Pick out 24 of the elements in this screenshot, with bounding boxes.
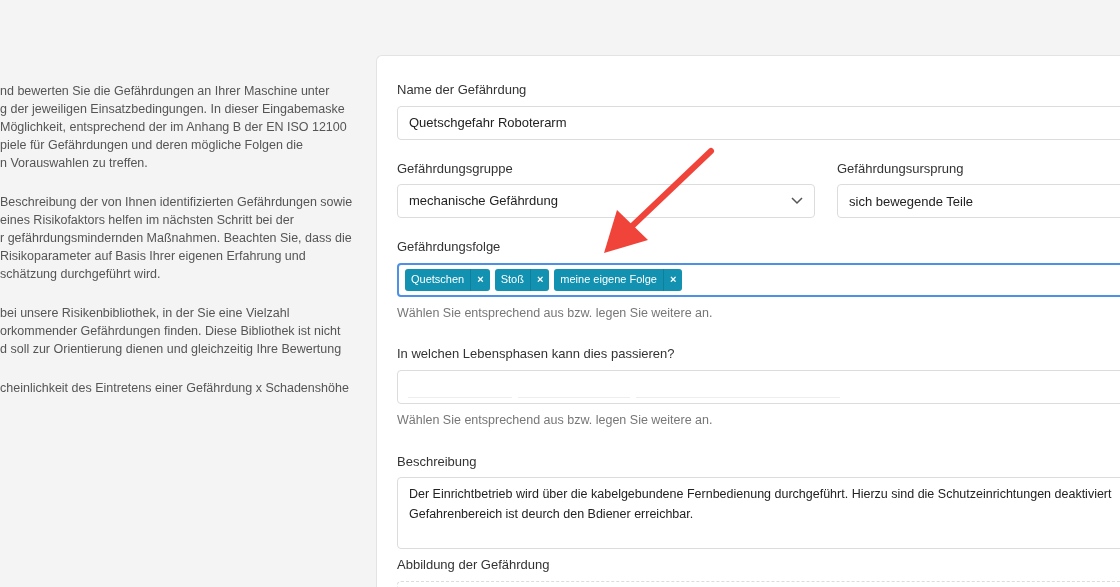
- tag-field[interactable]: Quetschen × Stoß × meine eigene Folge ×: [397, 262, 1120, 297]
- field-label: Gefährdungsursprung: [837, 159, 965, 178]
- remove-tag-button[interactable]: ×: [529, 268, 550, 291]
- field-label: Abbildung der Gefährdung: [397, 556, 551, 574]
- field-label: Beschreibung: [397, 452, 478, 471]
- field-label: Gefährdungsgruppe: [397, 159, 514, 178]
- description-field[interactable]: Der Einrichtbetrieb wird über die kabelgebundene Fernbedienung durchgeführt. Hierzu sind die Schutzeinrichtungen deaktiviert Gefahrenbereich ist deurch den Bdiener erreichbar.: [397, 477, 1120, 549]
- remove-tag-button[interactable]: ×: [662, 268, 683, 291]
- help-text: Wählen Sie entsprechend aus bzw. legen Sie weitere an.: [397, 411, 714, 429]
- intro-paragraph: Beschreibung der von Ihnen identifizierten Gefährdungen sowie eines Risikofaktors helfen im nächsten Schritt bei der r gefährdungsmindernden Maßnahmen. Beachten Sie, dass die Risikoparameter auf Basis Ihrer eigenen Erfahrung und schätzung durchgeführt wird.: [0, 194, 354, 283]
- field-label: Gefährdungsfolge: [397, 238, 502, 256]
- intro-paragraph: cheinlichkeit des Eintretens einer Gefährdung x Schadenshöhe: [0, 380, 350, 397]
- intro-paragraph: nd bewerten Sie die Gefährdungen an Ihrer Maschine unter g der jeweiligen Einsatzbedingungen. In dieser Eingabemaske Möglichkeit, entsprechend der im Anhang B der EN ISO 12100 piele für Gefährdungen und deren mögliche Folgen die n Vorauswahlen zu treffen.: [0, 83, 348, 172]
- intro-paragraph: bei unsere Risikenbibliothek, in der Sie eine Vielzahl orkommender Gefährdungen finden. Diese Bibliothek ist nicht d soll zur Orientierung dienen und gleichzeitig Ihre Bewertung: [0, 305, 343, 358]
- name-field[interactable]: Quetschgefahr Roboterarm: [397, 105, 1120, 140]
- tag[interactable]: Quetschen ×: [405, 268, 490, 291]
- help-text: Wählen Sie entsprechend aus bzw. legen Sie weitere an.: [397, 304, 714, 322]
- group-select[interactable]: mechanische Gefährdung: [397, 184, 815, 218]
- field-label: In welchen Lebensphasen kann dies passieren?: [397, 345, 676, 364]
- origin-field[interactable]: sich bewegende Teile: [837, 184, 1120, 218]
- tag[interactable]: meine eigene Folge ×: [554, 268, 683, 291]
- field-label: Name der Gefährdung: [397, 81, 528, 99]
- remove-tag-button[interactable]: ×: [470, 268, 490, 291]
- tag[interactable]: Stoß ×: [494, 268, 550, 291]
